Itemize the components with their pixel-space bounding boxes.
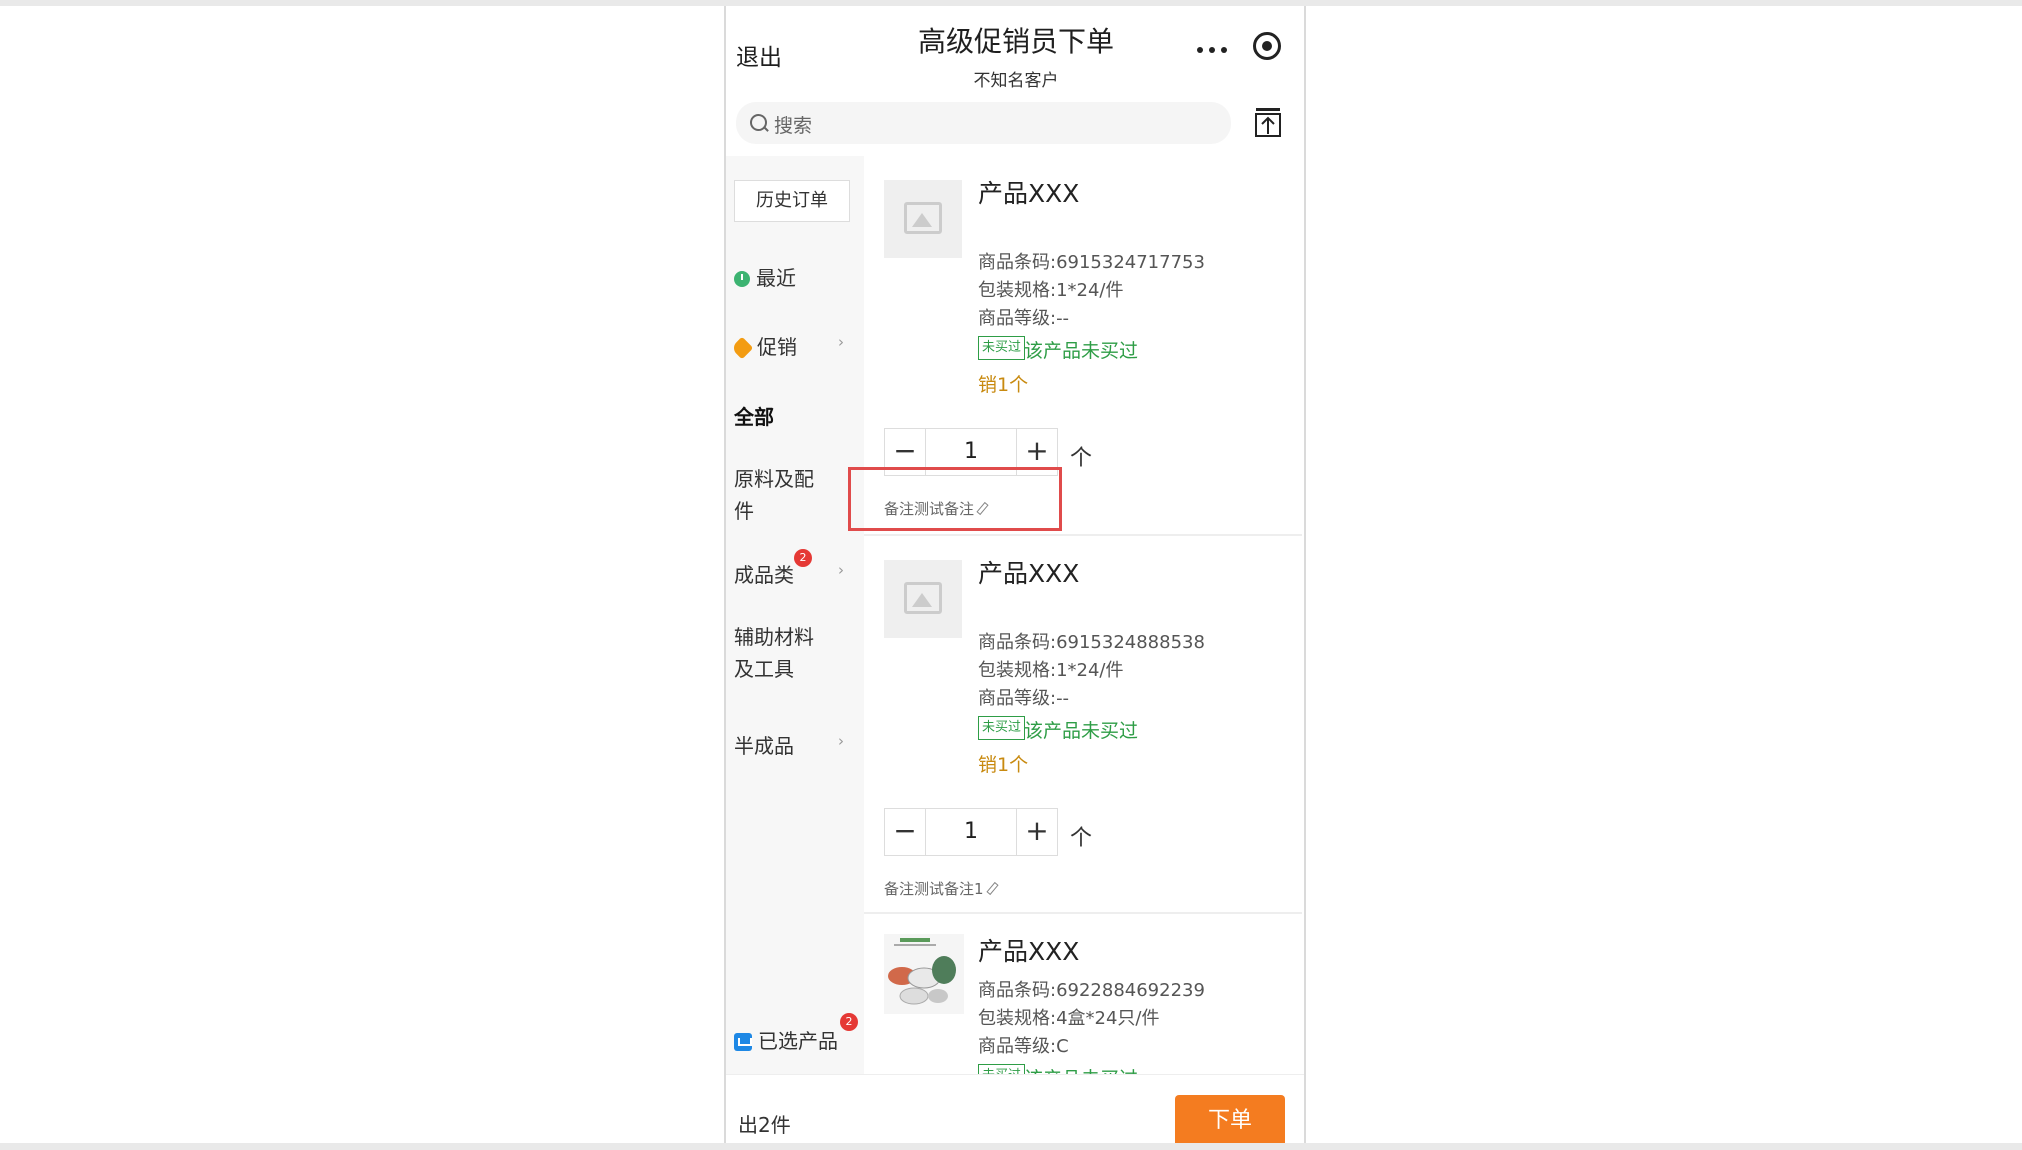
chevron-right-icon: ›: [838, 561, 844, 579]
product-barcode: 商品条码:6915324717753: [978, 252, 1205, 273]
increase-button[interactable]: +: [1016, 809, 1057, 855]
sidebar-item-label: 辅助材料及工具: [734, 625, 814, 681]
search-input[interactable]: 搜索: [736, 102, 1231, 144]
not-bought-tag: 未买过: [978, 336, 1026, 360]
chevron-right-icon: ›: [838, 333, 844, 351]
more-options-icon[interactable]: [1194, 36, 1230, 62]
product-name: 产品XXX: [978, 559, 1080, 588]
not-bought-text: 该产品未买过: [1024, 720, 1139, 742]
history-orders-button[interactable]: 历史订单: [734, 180, 850, 222]
product-image: [884, 934, 964, 1014]
quantity-unit: 个: [1070, 446, 1093, 471]
chevron-right-icon: ›: [838, 732, 844, 750]
product-grade: 商品等级:--: [978, 308, 1070, 329]
place-order-button[interactable]: 下单: [1175, 1095, 1285, 1143]
product-grade: 商品等级:--: [978, 688, 1070, 709]
item-count: 出2件: [738, 1113, 791, 1137]
sidebar-item-label: 半成品: [734, 734, 794, 758]
export-icon[interactable]: [1254, 106, 1282, 138]
page-title: 高级促销员下单: [917, 25, 1114, 58]
selected-products-button[interactable]: 已选产品 2: [734, 1013, 858, 1054]
product-spec: 包装规格:1*24/件: [978, 660, 1124, 681]
search-icon: [750, 114, 767, 131]
record-target-icon[interactable]: [1253, 32, 1281, 60]
product-name: 产品XXX: [978, 179, 1080, 208]
bottom-rule: [0, 1143, 2022, 1150]
product-image: [884, 180, 962, 258]
sidebar-item-label: 全部: [734, 405, 774, 429]
product-spec: 包装规格:1*24/件: [978, 280, 1124, 301]
quantity-stepper: − 1 +: [884, 808, 1058, 856]
not-bought-tag: 未买过: [978, 1064, 1026, 1074]
sidebar-item-all[interactable]: 全部: [734, 401, 854, 430]
selected-products-label: 已选产品: [758, 1029, 838, 1053]
quantity-unit: 个: [1070, 826, 1093, 851]
sold-count: 销1个: [978, 754, 1029, 776]
note-highlight-box: [848, 467, 1062, 531]
quantity-value[interactable]: 1: [925, 809, 1017, 855]
product-card: 产品XXX 商品条码:6922884692239 包装规格:4盒*24只/件 商…: [864, 914, 1302, 1074]
customer-name: 不知名客户: [973, 71, 1059, 91]
selected-count-badge: 2: [840, 1013, 858, 1031]
sidebar-item-label: 成品类: [734, 563, 794, 587]
clock-icon: [734, 271, 750, 287]
sidebar-item-label: 最近: [756, 266, 796, 290]
sidebar-item-label: 原料及配件: [734, 467, 814, 523]
product-barcode: 商品条码:6915324888538: [978, 632, 1205, 653]
sold-count: 销1个: [978, 374, 1029, 396]
cart-icon: [734, 1033, 752, 1051]
product-note[interactable]: 备注测试备注1: [884, 878, 999, 899]
image-placeholder-icon: [904, 202, 942, 234]
not-bought-text: 该产品未买过: [1024, 340, 1139, 362]
pencil-icon: [985, 881, 999, 896]
note-text: 备注测试备注1: [884, 880, 984, 898]
search-placeholder: 搜索: [774, 115, 813, 137]
decrease-button[interactable]: −: [885, 809, 926, 855]
product-image: [884, 560, 962, 638]
sidebar-item-tools[interactable]: 辅助材料及工具: [734, 621, 830, 685]
product-card: 产品XXX 商品条码:6915324888538 包装规格:1*24/件 商品等…: [864, 536, 1302, 914]
product-barcode: 商品条码:6922884692239: [978, 980, 1205, 1001]
exit-button[interactable]: 退出: [736, 38, 782, 72]
sidebar-item-materials[interactable]: 原料及配件: [734, 463, 830, 527]
sidebar-item-label: 促销: [757, 335, 797, 359]
footer-bar: 出2件 下单: [726, 1074, 1304, 1143]
sidebar-item-promotion[interactable]: 促销 ›: [730, 331, 854, 360]
product-grade: 商品等级:C: [978, 1036, 1069, 1057]
sidebar-item-recent[interactable]: 最近: [734, 262, 854, 291]
phone-screen: 退出 高级促销员下单 不知名客户 搜索 历史订单 最近 促销 › 全部 原料及配…: [724, 6, 1306, 1143]
product-spec: 包装规格:4盒*24只/件: [978, 1008, 1160, 1029]
sidebar-item-semi-finished[interactable]: 半成品 ›: [734, 730, 854, 759]
image-placeholder-icon: [904, 582, 942, 614]
not-bought-tag: 未买过: [978, 716, 1026, 740]
header: 退出 高级促销员下单 不知名客户: [726, 6, 1304, 96]
sidebar-item-finished[interactable]: 成品类 2 ›: [734, 549, 854, 588]
product-name: 产品XXX: [978, 937, 1080, 966]
not-bought-text: 该产品未买过: [1024, 1064, 1138, 1074]
category-sidebar: 历史订单 最近 促销 › 全部 原料及配件 成品类 2 › 辅助材料及工具 半成…: [726, 156, 864, 1076]
tag-icon: [730, 336, 754, 360]
category-badge: 2: [794, 549, 812, 567]
